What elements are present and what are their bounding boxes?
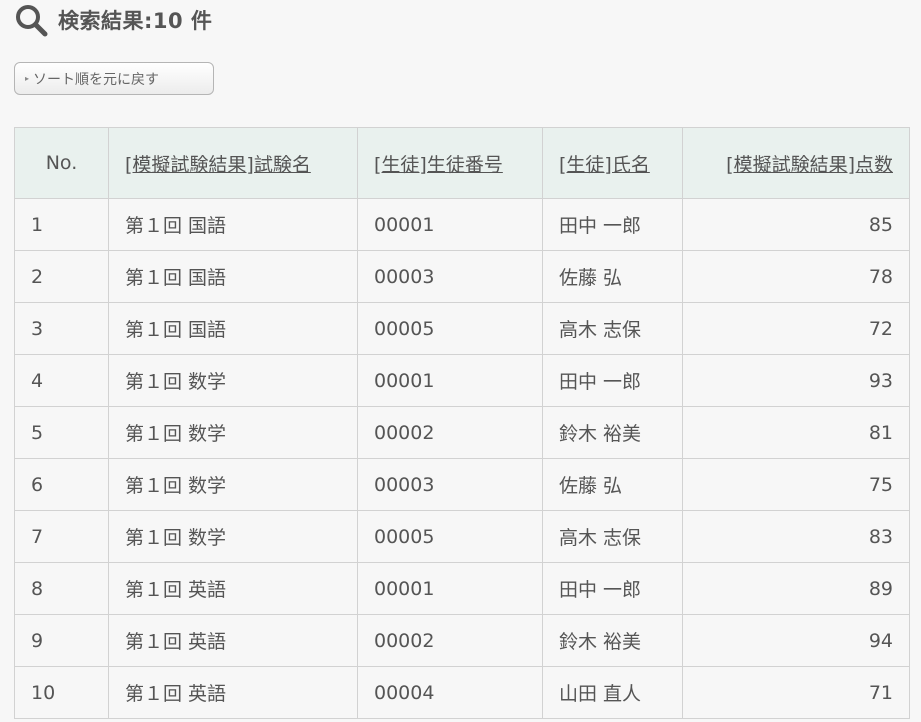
cell-no: 2 [14,250,109,303]
cell-no: 9 [14,614,109,667]
cell-student-name: 高木 志保 [542,510,683,563]
column-header-exam-name: [模擬試験結果]試験名 [108,127,358,199]
cell-student-name: 田中 一郎 [542,354,683,407]
cell-exam-name: 第１回 数学 [108,354,358,407]
cell-student-id: 00001 [357,562,543,615]
cell-student-name: 田中 一郎 [542,562,683,615]
column-header-no: No. [14,127,109,199]
cell-student-id: 00002 [357,614,543,667]
triangle-right-icon: ▸ [25,74,30,83]
cell-score: 85 [682,198,910,251]
cell-score: 72 [682,302,910,355]
cell-exam-name: 第１回 英語 [108,562,358,615]
table-row[interactable]: 8 第１回 英語 00001 田中 一郎 89 [14,562,910,615]
cell-student-id: 00005 [357,510,543,563]
cell-student-id: 00005 [357,302,543,355]
cell-exam-name: 第１回 数学 [108,406,358,459]
sort-link-score[interactable]: [模擬試験結果]点数 [726,154,893,176]
cell-student-id: 00001 [357,198,543,251]
sort-link-student-name[interactable]: [生徒]氏名 [559,154,650,176]
table-row[interactable]: 10 第１回 英語 00004 山田 直人 71 [14,666,910,719]
column-header-student-id: [生徒]生徒番号 [357,127,543,199]
cell-student-name: 佐藤 弘 [542,250,683,303]
table-row[interactable]: 6 第１回 数学 00003 佐藤 弘 75 [14,458,910,511]
cell-student-id: 00004 [357,666,543,719]
cell-exam-name: 第１回 国語 [108,250,358,303]
cell-exam-name: 第１回 数学 [108,510,358,563]
cell-no: 7 [14,510,109,563]
cell-score: 93 [682,354,910,407]
cell-score: 94 [682,614,910,667]
cell-student-name: 佐藤 弘 [542,458,683,511]
header-row: No. [模擬試験結果]試験名 [生徒]生徒番号 [生徒]氏名 [模擬試験結果]… [14,127,910,199]
cell-score: 71 [682,666,910,719]
cell-score: 75 [682,458,910,511]
cell-score: 78 [682,250,910,303]
cell-exam-name: 第１回 国語 [108,302,358,355]
cell-student-id: 00003 [357,458,543,511]
cell-exam-name: 第１回 数学 [108,458,358,511]
column-header-score: [模擬試験結果]点数 [682,127,910,199]
table-row[interactable]: 5 第１回 数学 00002 鈴木 裕美 81 [14,406,910,459]
column-header-student-name: [生徒]氏名 [542,127,683,199]
cell-score: 81 [682,406,910,459]
cell-student-name: 鈴木 裕美 [542,406,683,459]
cell-student-name: 田中 一郎 [542,198,683,251]
cell-student-id: 00003 [357,250,543,303]
cell-student-name: 山田 直人 [542,666,683,719]
cell-exam-name: 第１回 国語 [108,198,358,251]
search-icon [14,3,48,37]
cell-exam-name: 第１回 英語 [108,666,358,719]
cell-no: 10 [14,666,109,719]
cell-score: 83 [682,510,910,563]
table-row[interactable]: 7 第１回 数学 00005 高木 志保 83 [14,510,910,563]
search-results-header: 検索結果:10 件 [14,2,212,38]
cell-no: 6 [14,458,109,511]
cell-student-name: 鈴木 裕美 [542,614,683,667]
cell-score: 89 [682,562,910,615]
cell-student-name: 高木 志保 [542,302,683,355]
reset-sort-order-label: ソート順を元に戻す [33,71,160,88]
sort-link-exam-name[interactable]: [模擬試験結果]試験名 [125,154,311,176]
cell-no: 1 [14,198,109,251]
table-row[interactable]: 9 第１回 英語 00002 鈴木 裕美 94 [14,614,910,667]
table-row[interactable]: 3 第１回 国語 00005 高木 志保 72 [14,302,910,355]
result-count-title: 検索結果:10 件 [58,9,213,33]
cell-no: 3 [14,302,109,355]
table-row[interactable]: 1 第１回 国語 00001 田中 一郎 85 [14,198,910,251]
sort-link-student-id[interactable]: [生徒]生徒番号 [374,154,503,176]
results-table-header: No. [模擬試験結果]試験名 [生徒]生徒番号 [生徒]氏名 [模擬試験結果]… [14,127,910,199]
table-row[interactable]: 4 第１回 数学 00001 田中 一郎 93 [14,354,910,407]
cell-no: 5 [14,406,109,459]
results-table-body: 1 第１回 国語 00001 田中 一郎 85 2 第１回 国語 00003 佐… [14,198,910,719]
cell-exam-name: 第１回 英語 [108,614,358,667]
table-row[interactable]: 2 第１回 国語 00003 佐藤 弘 78 [14,250,910,303]
results-table: No. [模擬試験結果]試験名 [生徒]生徒番号 [生徒]氏名 [模擬試験結果]… [14,127,910,719]
cell-no: 4 [14,354,109,407]
reset-sort-order-button[interactable]: ▸ ソート順を元に戻す [14,62,214,95]
cell-student-id: 00002 [357,406,543,459]
cell-no: 8 [14,562,109,615]
cell-student-id: 00001 [357,354,543,407]
